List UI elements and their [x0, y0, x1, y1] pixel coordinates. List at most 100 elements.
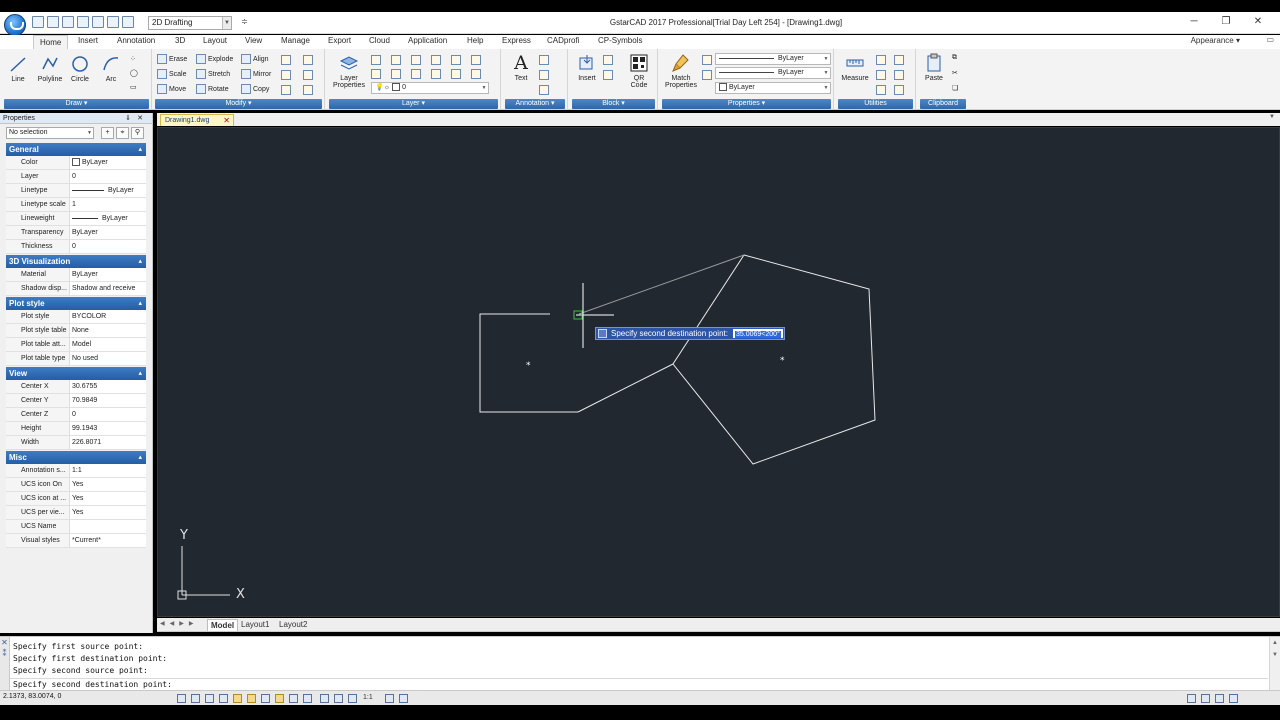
rotate-button[interactable]: Rotate — [196, 84, 229, 94]
layer-panel-label[interactable]: Layer ▾ — [329, 99, 498, 109]
rectangle-icon[interactable]: ▭ — [130, 83, 137, 91]
settings-icon[interactable]: ⁑ — [0, 648, 9, 659]
block-panel-label[interactable]: Block ▾ — [572, 99, 655, 109]
layer-tool-icon[interactable] — [371, 69, 381, 79]
tab-model[interactable]: Model — [207, 619, 239, 631]
hatch-icon[interactable]: ⁘ — [130, 55, 136, 63]
copy-clip-icon[interactable]: ⧉ — [952, 54, 957, 62]
property-row[interactable]: Transparency ByLayer — [6, 226, 146, 240]
property-row[interactable]: Center X 30.6755 — [6, 380, 146, 394]
mirror-button[interactable]: Mirror — [241, 69, 271, 79]
layer-properties-button[interactable]: Layer Properties — [333, 53, 365, 89]
property-row[interactable]: Width 226.8071 — [6, 436, 146, 450]
dimension-icon[interactable] — [539, 85, 549, 95]
close-icon[interactable]: ✕ — [137, 115, 149, 122]
extend-icon[interactable] — [303, 70, 313, 80]
trim-icon[interactable] — [281, 70, 291, 80]
quick-select-icon[interactable]: ⚲ — [131, 127, 144, 139]
annotation-auto-scale-icon[interactable] — [385, 694, 394, 703]
layer-tool-icon[interactable] — [411, 55, 421, 65]
property-row[interactable]: Material ByLayer — [6, 268, 146, 282]
grid-icon[interactable] — [191, 694, 200, 703]
otrack-icon[interactable] — [247, 694, 256, 703]
tab-cadprofi[interactable]: CADprofi — [547, 36, 579, 45]
insert-block-button[interactable]: Insert — [573, 53, 601, 82]
ribbon-minimize-icon[interactable]: ▭ — [1266, 35, 1274, 44]
isolate-objects-icon[interactable] — [1215, 694, 1224, 703]
section-general[interactable]: General ▴ — [6, 143, 146, 156]
lock-icon[interactable] — [1187, 694, 1196, 703]
dyn-icon[interactable] — [275, 694, 284, 703]
close-icon[interactable]: ✕ — [0, 637, 9, 648]
layer-tool-icon[interactable] — [431, 55, 441, 65]
annotation-scale[interactable]: 1:1 — [363, 694, 373, 701]
leader-icon[interactable] — [539, 70, 549, 80]
properties-ribbon-panel-label[interactable]: Properties ▾ — [662, 99, 831, 109]
toggle-pickadd-icon[interactable]: + — [101, 127, 114, 139]
command-input[interactable]: Specify second destination point: — [10, 678, 1268, 690]
connector-line[interactable] — [577, 363, 674, 413]
property-row[interactable]: Layer 0 — [6, 170, 146, 184]
drawing-canvas[interactable]: * * Y X Specify second destination point… — [157, 127, 1280, 617]
utilities-panel-label[interactable]: Utilities — [838, 99, 913, 109]
edit-block-icon[interactable] — [603, 70, 613, 80]
workspace-switch-icon[interactable] — [399, 694, 408, 703]
area-icon[interactable] — [894, 85, 904, 95]
property-row[interactable]: UCS per vie... Yes — [6, 506, 146, 520]
layer-tool-icon[interactable] — [471, 55, 481, 65]
paste-button[interactable]: Paste — [920, 53, 948, 82]
tab-layout[interactable]: Layout — [203, 36, 227, 45]
tab-manage[interactable]: Manage — [281, 36, 310, 45]
osnap-icon[interactable] — [233, 694, 242, 703]
property-row[interactable]: Lineweight ByLayer — [6, 212, 146, 226]
text-button[interactable]: A Text — [507, 53, 535, 82]
polar-icon[interactable] — [219, 694, 228, 703]
layer-select[interactable]: 💡☼ 0 ▼ — [371, 82, 489, 94]
create-block-icon[interactable] — [603, 55, 613, 65]
ortho-icon[interactable] — [205, 694, 214, 703]
offset-icon[interactable] — [303, 55, 313, 65]
property-row[interactable]: UCS icon at ... Yes — [6, 492, 146, 506]
tab-layout2[interactable]: Layout2 — [276, 619, 310, 631]
point-style-icon[interactable] — [876, 85, 886, 95]
array-icon[interactable] — [281, 55, 291, 65]
lineweight-icon[interactable] — [702, 55, 712, 65]
snap-icon[interactable] — [177, 694, 186, 703]
property-row[interactable]: Plot style BYCOLOR — [6, 310, 146, 324]
tab-express[interactable]: Express — [502, 36, 531, 45]
layout-nav-arrows-icon[interactable]: ◀◀▶▶ — [160, 620, 198, 627]
select-all-icon[interactable] — [894, 70, 904, 80]
property-row[interactable]: Center Z0 — [6, 408, 146, 422]
lineweight-toggle-icon[interactable] — [289, 694, 298, 703]
dynamic-input-field[interactable]: 35.0069<200° — [731, 328, 784, 339]
mtext-icon[interactable] — [539, 55, 549, 65]
property-row[interactable]: Linetype ByLayer — [6, 184, 146, 198]
section-view[interactable]: View ▴ — [6, 367, 146, 380]
cut-icon[interactable]: ✂ — [952, 69, 958, 77]
select-objects-icon[interactable]: ⌖ — [116, 127, 129, 139]
tab-view[interactable]: View — [245, 36, 262, 45]
tab-help[interactable]: Help — [467, 36, 483, 45]
property-row[interactable]: Annotation s... 1:1 — [6, 464, 146, 478]
explode-button[interactable]: Explode — [196, 54, 233, 64]
property-row[interactable]: UCS Name — [6, 520, 146, 534]
linetype-select[interactable]: ByLayer ▼ — [715, 53, 831, 65]
tab-3d[interactable]: 3D — [175, 36, 185, 45]
layer-tool-icon[interactable] — [391, 55, 401, 65]
chevron-down-icon[interactable]: ▼ — [1269, 114, 1275, 120]
scroll-down-icon[interactable]: ▼ — [1270, 649, 1280, 661]
layer-tool-icon[interactable] — [371, 55, 381, 65]
property-row[interactable]: Color ByLayer — [6, 156, 146, 170]
measure-button[interactable]: Measure — [838, 53, 872, 82]
quick-select-icon[interactable] — [894, 55, 904, 65]
match-properties-button[interactable]: Match Properties — [662, 53, 700, 89]
property-row[interactable]: Shadow disp... Shadow and receive — [6, 282, 146, 296]
section-misc[interactable]: Misc ▴ — [6, 451, 146, 464]
selection-cycling-icon[interactable] — [334, 694, 343, 703]
layer-tool-icon[interactable] — [431, 69, 441, 79]
appearance-menu[interactable]: Appearance ▾ — [1191, 36, 1240, 45]
color-select[interactable]: ByLayer ▼ — [715, 82, 831, 94]
ducs-icon[interactable] — [261, 694, 270, 703]
line-button[interactable]: Line — [4, 54, 32, 83]
annotation-visibility-icon[interactable] — [348, 694, 357, 703]
